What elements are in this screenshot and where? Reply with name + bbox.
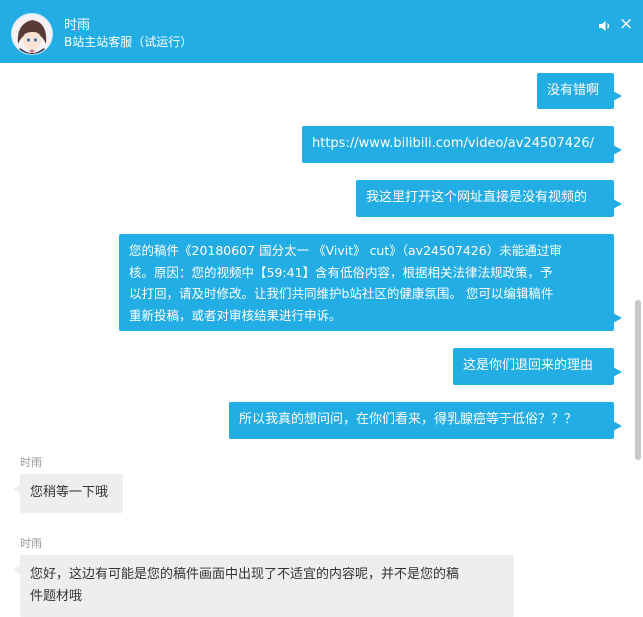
message-outgoing: 所以我真的想问问，在你们看来，得乳腺癌等于低俗？？？ [229,402,622,439]
message-outgoing: 您的稿件《20180607 国分太一 《Vivit》 cut》（av245074… [119,234,622,331]
message-line: 以打回，请及时修改。让我们共同维护b站社区的健康氛围。 您可以编辑稿件 [129,286,554,301]
message-outgoing: https://www.bilibili.com/video/av2450742… [302,126,622,163]
message-line: 件题材哦 [30,589,83,604]
message-text: 您稍等一下哦 [30,485,109,500]
close-icon[interactable]: × [619,16,633,33]
agent-avatar [11,13,53,55]
message-outgoing: 没有错啊 [537,73,622,109]
message-text: 这是你们退回来的理由 [463,358,594,373]
message-link[interactable]: https://www.bilibili.com/video/av2450742… [312,136,594,151]
chat-header: 时雨 B站主站客服（试运行） × [0,0,643,63]
message-outgoing: 我这里打开这个网址直接是没有视频的 [356,180,622,217]
message-line: 重新投稿，或者对审核结果进行申诉。 [129,307,342,323]
message-text: 没有错啊 [547,83,600,98]
message-line: 您好，这边有可能是您的稿件画面中出现了不适宜的内容呢，并不是您的稿 [30,567,460,582]
message-outgoing: 这是你们退回来的理由 [453,348,622,385]
sender-name: 时雨 [20,537,42,550]
sender-name: 时雨 [20,456,42,469]
agent-name: 时雨 [64,18,91,33]
message-line: 核。原因：您的视频中【59:41】含有低俗内容，根据相关法律法规政策，予 [129,264,553,280]
scrollbar-thumb[interactable] [635,300,641,460]
message-text: 所以我真的想问问，在你们看来，得乳腺癌等于低俗？？？ [239,412,578,427]
message-text: 我这里打开这个网址直接是没有视频的 [366,190,588,205]
message-line: 您的稿件《20180607 国分太一 《Vivit》 cut》（av245074… [129,243,562,258]
message-incoming: 您好，这边有可能是您的稿件画面中出现了不适宜的内容呢，并不是您的稿 件题材哦 [13,555,514,617]
message-incoming: 您稍等一下哦 [13,474,123,513]
speaker-icon[interactable] [598,18,612,32]
agent-subtitle: B站主站客服（试运行） [64,35,193,49]
